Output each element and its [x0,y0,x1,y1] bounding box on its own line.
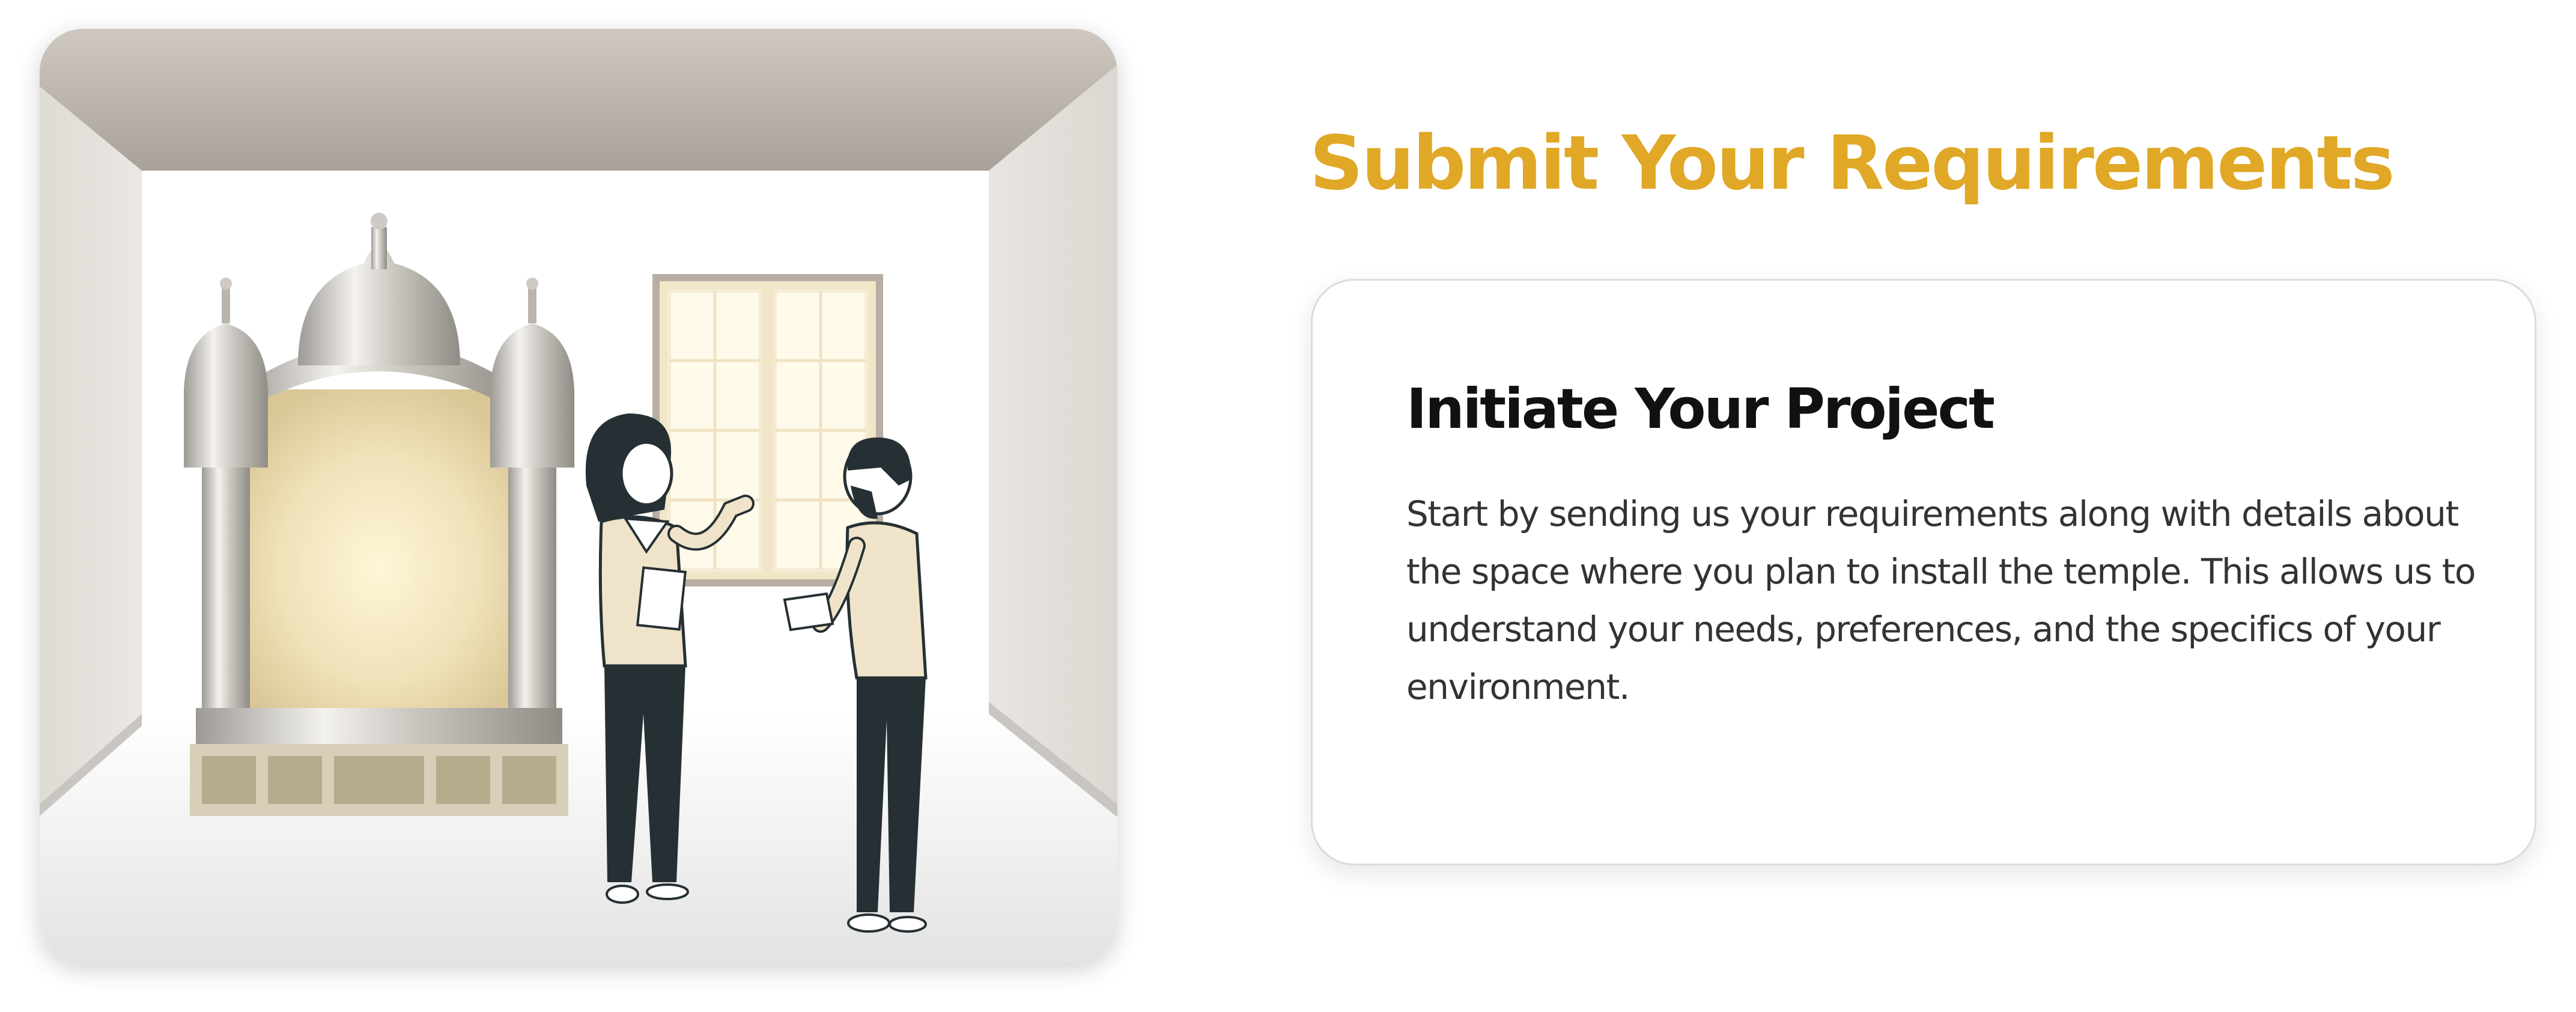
section-title: Submit Your Requirements [1310,120,2395,207]
room-consultation-illustration [40,29,1117,964]
page: Submit Your Requirements Initiate Your P… [0,0,2576,1012]
step-description: Start by sending us your requirements al… [1406,493,2476,707]
step-card: Initiate Your Project Start by sending u… [1311,279,2536,865]
illustration-panel [40,29,1117,964]
step-title: Initiate Your Project [1406,377,1995,441]
